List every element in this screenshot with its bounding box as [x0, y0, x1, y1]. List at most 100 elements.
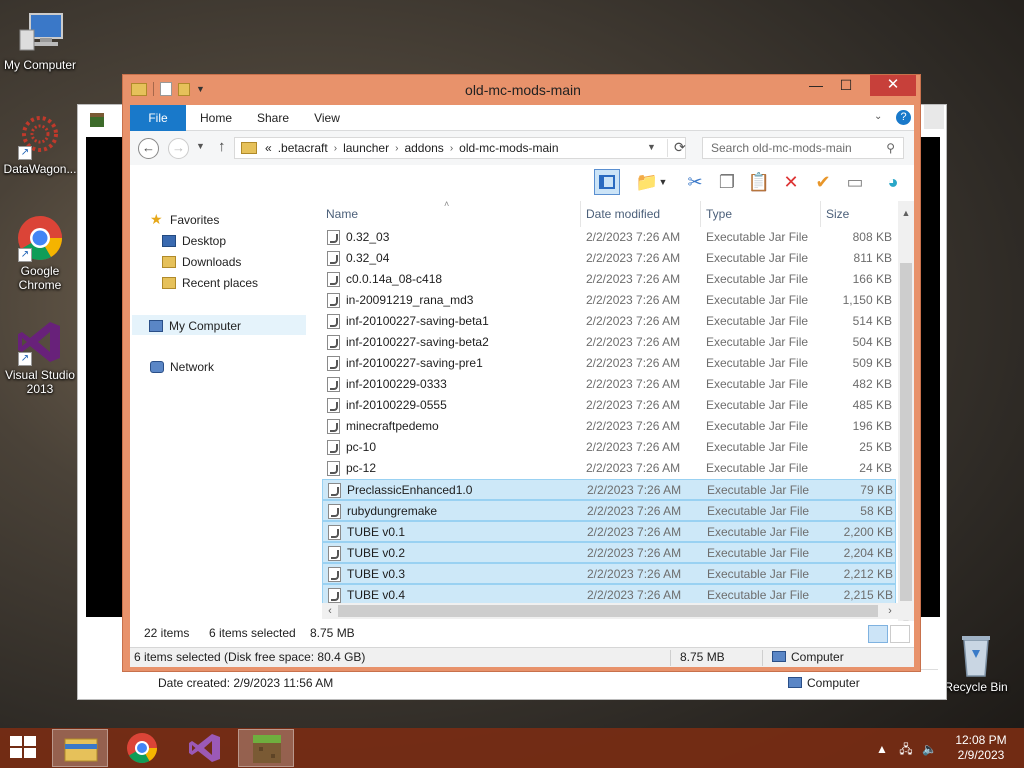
maximize-button[interactable]: ☐	[834, 77, 858, 95]
shell-icon[interactable]: ◕	[880, 169, 906, 195]
taskbar-visual-studio[interactable]	[176, 729, 232, 767]
table-row[interactable]: in-20091219_rana_md3 2/2/2023 7:26 AM Exec…	[322, 290, 896, 311]
table-row[interactable]: TUBE v0.3 2/2/2023 7:26 AM Executable Jar …	[322, 563, 896, 584]
column-header-date[interactable]: Date modified	[586, 201, 700, 227]
sidebar-item-favorites[interactable]: ★ Favorites	[150, 209, 219, 229]
desktop-icon-label: DataWagon...	[3, 162, 77, 176]
table-row[interactable]: pc-10 2/2/2023 7:26 AM Executable Jar File…	[322, 437, 896, 458]
table-row[interactable]: rubydungremake 2/2/2023 7:26 AM Executable…	[322, 500, 896, 521]
breadcrumb-current[interactable]: old-mc-mods-main	[459, 141, 558, 155]
dropdown-icon[interactable]: ▼	[656, 169, 670, 195]
folder-icon[interactable]	[131, 82, 147, 96]
up-button[interactable]: ↑	[218, 138, 226, 155]
chevron-right-icon[interactable]: ›	[334, 143, 337, 154]
expand-ribbon-icon[interactable]: ⌄	[874, 111, 882, 122]
table-row[interactable]: TUBE v0.1 2/2/2023 7:26 AM Executable Jar …	[322, 521, 896, 542]
scrollbar-thumb[interactable]	[338, 605, 878, 617]
preview-pane-button[interactable]	[594, 169, 620, 195]
table-row[interactable]: inf-20100229-0333 2/2/2023 7:26 AM Executa…	[322, 374, 896, 395]
table-row[interactable]: inf-20100227-saving-beta1 2/2/2023 7:26 A…	[322, 311, 896, 332]
rename-field-icon[interactable]: ▭	[842, 169, 868, 195]
breadcrumb-launcher[interactable]: launcher	[343, 141, 389, 155]
desktop-icon-datawagon[interactable]: ↗ DataWagon...	[0, 112, 80, 176]
tab-view[interactable]: View	[302, 105, 352, 131]
desktop-icon-visual-studio[interactable]: ↗ Visual Studio 2013	[0, 318, 80, 396]
sidebar-item-my-computer[interactable]: My Computer	[132, 315, 306, 335]
column-header-size[interactable]: Size	[826, 201, 892, 227]
desktop-icon-my-computer[interactable]: My Computer	[0, 8, 80, 72]
cut-icon[interactable]: ✂	[682, 169, 708, 195]
vertical-scrollbar[interactable]: ▲ ▼	[898, 201, 914, 631]
file-type: Executable Jar File	[706, 230, 809, 244]
breadcrumb-addons[interactable]: addons	[404, 141, 443, 155]
search-input[interactable]: Search old-mc-mods-main ⚲	[702, 137, 904, 159]
column-header-name[interactable]: Name	[326, 201, 580, 227]
rename-check-icon[interactable]: ✔	[810, 169, 836, 195]
sidebar-item-recent-places[interactable]: Recent places	[162, 273, 258, 293]
sidebar-item-network[interactable]: Network	[150, 357, 214, 377]
scroll-up-icon[interactable]: ▲	[898, 205, 914, 221]
start-button[interactable]	[10, 736, 38, 760]
table-row[interactable]: minecraftpedemo 2/2/2023 7:26 AM Executabl…	[322, 416, 896, 437]
table-row[interactable]: c0.0.14a_08-c418 2/2/2023 7:26 AM Executab…	[322, 269, 896, 290]
table-row[interactable]: inf-20100227-saving-pre1 2/2/2023 7:26 AM…	[322, 353, 896, 374]
horizontal-scrollbar[interactable]: ‹ ›	[322, 603, 898, 619]
column-header-type[interactable]: Type	[706, 201, 820, 227]
scroll-right-icon[interactable]: ›	[882, 603, 898, 619]
address-bar[interactable]: « .betacraft › launcher › addons › old-m…	[234, 137, 686, 159]
desktop-icon-chrome[interactable]: ↗ Google Chrome	[0, 214, 80, 292]
taskbar-chrome[interactable]	[114, 729, 170, 767]
forward-button[interactable]: →	[168, 138, 189, 159]
status-divider	[762, 650, 763, 666]
table-row[interactable]: TUBE v0.2 2/2/2023 7:26 AM Executable Jar …	[322, 542, 896, 563]
back-window-status-right: Computer	[788, 670, 860, 696]
volume-icon[interactable]: 🔈	[922, 742, 937, 756]
details-view-icon[interactable]	[868, 625, 888, 643]
taskbar-file-explorer[interactable]	[52, 729, 108, 767]
properties-icon[interactable]	[160, 82, 172, 96]
show-hidden-icons-icon[interactable]: ▲	[876, 742, 888, 756]
taskbar-minecraft[interactable]	[238, 729, 294, 767]
help-icon[interactable]: ?	[896, 110, 911, 125]
table-row[interactable]: 0.32_04 2/2/2023 7:26 AM Executable Jar Fi…	[322, 248, 896, 269]
copy-icon[interactable]: ❐	[714, 169, 740, 195]
desktop-icon-label: Visual Studio 2013	[5, 368, 75, 396]
breadcrumb-overflow[interactable]: «	[265, 141, 272, 155]
file-size: 808 KB	[852, 230, 892, 244]
system-tray: ▲ 🖧 🔈	[876, 740, 937, 761]
new-folder-icon[interactable]	[178, 82, 190, 96]
back-button[interactable]: ←	[138, 138, 159, 159]
table-row[interactable]: inf-20100227-saving-beta2 2/2/2023 7:26 A…	[322, 332, 896, 353]
chevron-right-icon[interactable]: ›	[395, 143, 398, 154]
minimize-button[interactable]: —	[804, 77, 828, 95]
table-row[interactable]: inf-20100229-0555 2/2/2023 7:26 AM Executa…	[322, 395, 896, 416]
file-name: TUBE v0.1	[347, 525, 406, 539]
delete-icon[interactable]: ✕	[778, 169, 804, 195]
tab-share[interactable]: Share	[248, 105, 298, 131]
scrollbar-thumb[interactable]	[900, 263, 912, 601]
large-icons-view-icon[interactable]	[890, 625, 910, 643]
tab-home[interactable]: Home	[188, 105, 244, 131]
paste-icon[interactable]: 📋	[746, 169, 772, 195]
sidebar-item-downloads[interactable]: Downloads	[162, 252, 241, 272]
file-name: pc-10	[346, 440, 377, 454]
network-icon[interactable]: 🖧	[899, 742, 912, 756]
sidebar-item-desktop[interactable]: Desktop	[162, 231, 226, 251]
address-dropdown-icon[interactable]: ▼	[647, 142, 656, 152]
table-row[interactable]: PreclassicEnhanced1.0 2/2/2023 7:26 AM Exe…	[322, 479, 896, 500]
close-button[interactable]: ✕	[870, 75, 916, 96]
clock[interactable]: 12:08 PM 2/9/2023	[950, 733, 1012, 763]
tab-file[interactable]: File	[130, 105, 186, 131]
explorer-window[interactable]: ▼ old-mc-mods-main — ☐ ✕ File Home Share…	[122, 74, 921, 672]
recent-locations-dropdown-icon[interactable]: ▼	[196, 141, 205, 151]
table-row[interactable]: pc-12 2/2/2023 7:26 AM Executable Jar File…	[322, 458, 896, 479]
qat-dropdown-icon[interactable]: ▼	[196, 84, 205, 94]
table-row[interactable]: TUBE v0.4 2/2/2023 7:26 AM Executable Jar …	[322, 584, 896, 605]
scroll-left-icon[interactable]: ‹	[322, 603, 338, 619]
chevron-right-icon[interactable]: ›	[450, 143, 453, 154]
breadcrumb-betacraft[interactable]: .betacraft	[278, 141, 328, 155]
title-bar[interactable]: ▼ old-mc-mods-main — ☐ ✕	[123, 75, 920, 105]
desktop-icon-recycle-bin[interactable]: Recycle Bin	[936, 630, 1016, 694]
table-row[interactable]: 0.32_03 2/2/2023 7:26 AM Executable Jar Fi…	[322, 227, 896, 248]
refresh-icon[interactable]: ⟳	[667, 139, 686, 157]
